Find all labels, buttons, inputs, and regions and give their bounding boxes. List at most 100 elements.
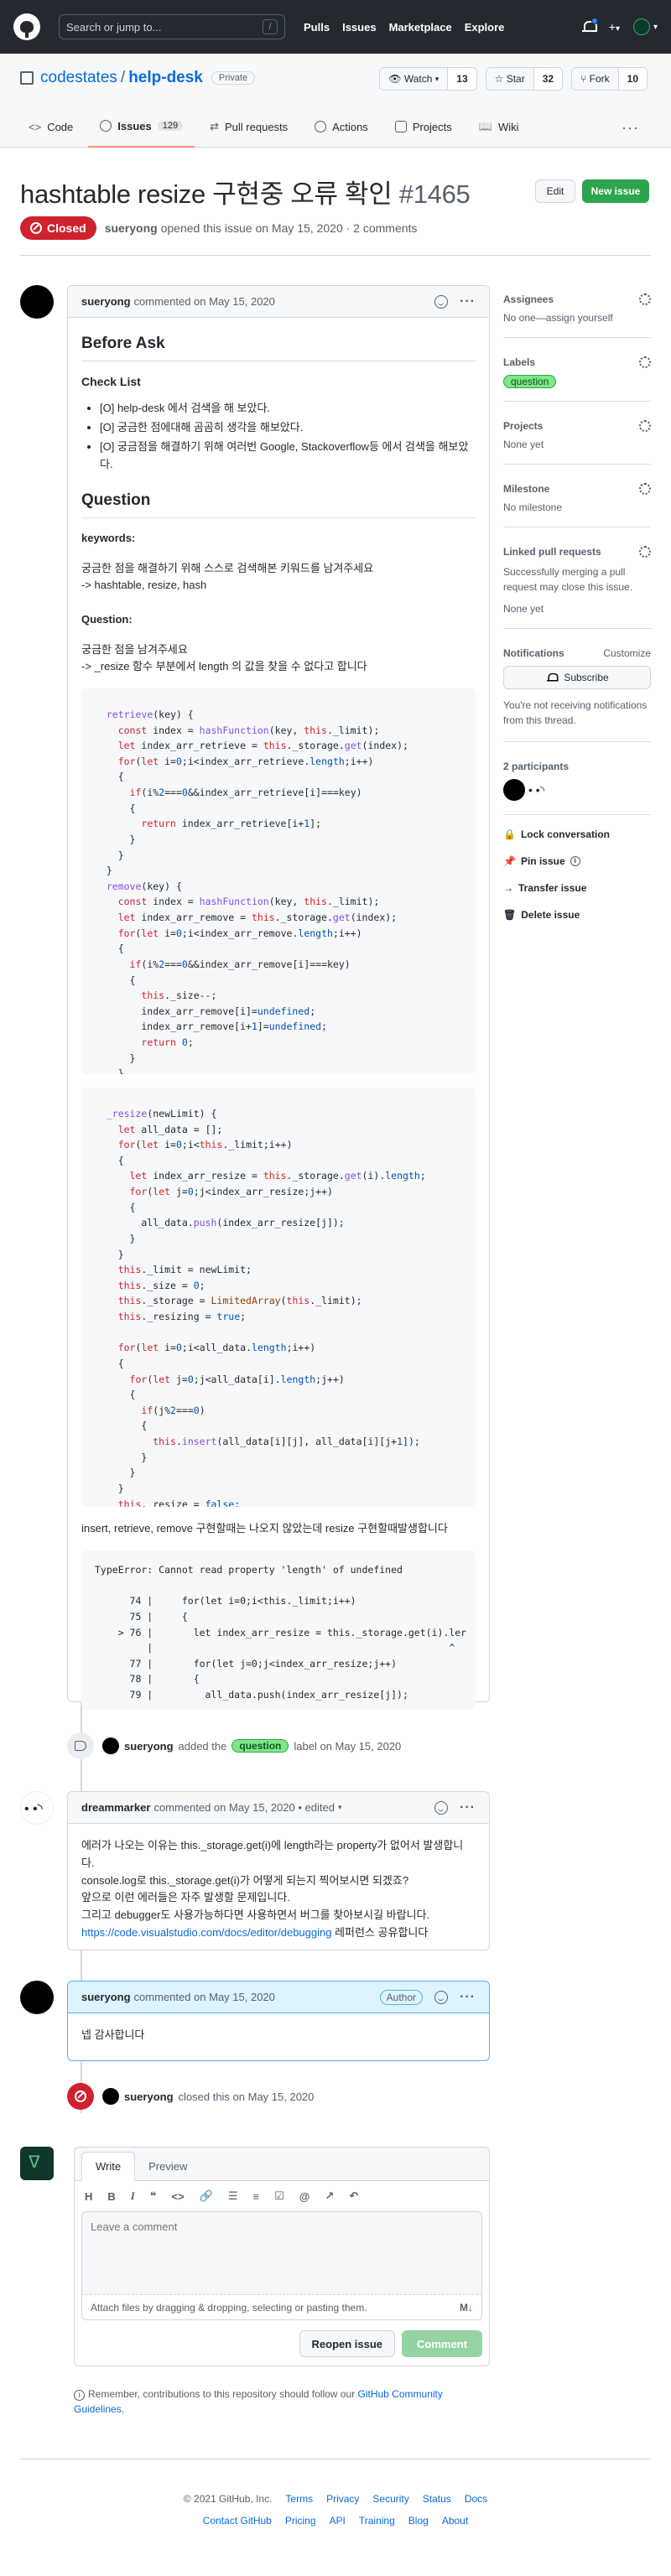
tab-code[interactable]: <> Code bbox=[17, 116, 85, 148]
italic-icon[interactable]: I bbox=[131, 2189, 135, 2203]
github-logo-icon[interactable] bbox=[13, 13, 40, 40]
comment-author-link[interactable]: sueryong bbox=[81, 1991, 131, 2003]
tab-wiki[interactable]: 📖 Wiki bbox=[467, 116, 531, 148]
footer-link[interactable]: About bbox=[442, 2515, 468, 2527]
gear-icon[interactable] bbox=[639, 293, 651, 305]
add-reaction-icon[interactable] bbox=[434, 1800, 449, 1815]
watch-count[interactable]: 13 bbox=[448, 68, 476, 90]
comment-textarea[interactable]: Leave a comment bbox=[81, 2211, 482, 2295]
user-menu[interactable]: ▾ bbox=[632, 18, 658, 35]
comment-timestamp: commented on May 15, 2020 bbox=[133, 1991, 275, 2003]
heading-icon[interactable]: H bbox=[85, 2190, 92, 2203]
avatar[interactable] bbox=[503, 779, 525, 801]
subscribe-button[interactable]: Subscribe bbox=[503, 666, 651, 689]
repo-name-link[interactable]: help-desk bbox=[128, 69, 203, 87]
star-button[interactable]: ☆ Star 32 bbox=[485, 67, 564, 91]
more-tabs-icon[interactable]: ··· bbox=[622, 119, 639, 137]
comment-options-icon[interactable]: ··· bbox=[460, 1800, 476, 1815]
footer-link[interactable]: API bbox=[330, 2515, 346, 2527]
new-issue-button[interactable]: New issue bbox=[582, 179, 649, 203]
label-question[interactable]: question bbox=[231, 1739, 289, 1753]
tab-write[interactable]: Write bbox=[81, 2152, 136, 2181]
search-input[interactable]: Search or jump to... / bbox=[59, 14, 285, 39]
footer-link[interactable]: Docs bbox=[465, 2493, 487, 2505]
tab-projects[interactable]: Projects bbox=[383, 116, 464, 148]
footer-link[interactable]: Blog bbox=[408, 2515, 429, 2527]
gear-icon[interactable] bbox=[639, 356, 651, 368]
tab-pull-requests[interactable]: ⇄ Pull requests bbox=[198, 116, 299, 148]
customize-link[interactable]: Customize bbox=[603, 647, 651, 659]
avatar[interactable] bbox=[102, 2088, 119, 2105]
avatar[interactable]: • •◝ bbox=[528, 783, 544, 797]
comment-author-link[interactable]: sueryong bbox=[81, 295, 131, 308]
edit-history-chevron-down-icon[interactable]: ▾ bbox=[338, 1803, 342, 1812]
keywords-text: 궁금한 점을 해결하기 위해 스스로 검색해본 키워드를 남겨주세요 -> ha… bbox=[81, 562, 374, 592]
label-question[interactable]: question bbox=[503, 375, 557, 388]
add-reaction-icon[interactable] bbox=[434, 294, 449, 309]
star-count[interactable]: 32 bbox=[533, 68, 563, 90]
comment-submit-button[interactable]: Comment bbox=[402, 2330, 482, 2357]
vscode-debugging-link[interactable]: https://code.visualstudio.com/docs/edito… bbox=[81, 1926, 331, 1939]
gear-icon[interactable] bbox=[639, 420, 651, 432]
nav-marketplace[interactable]: Marketplace bbox=[389, 21, 452, 34]
add-reaction-icon[interactable] bbox=[434, 1990, 449, 2004]
repo-owner-link[interactable]: codestates bbox=[40, 69, 117, 87]
fork-button[interactable]: ⑂ Fork 10 bbox=[571, 67, 648, 91]
nav-pulls[interactable]: Pulls bbox=[304, 21, 330, 34]
tab-issues[interactable]: Issues 129 bbox=[88, 116, 195, 148]
current-user-avatar[interactable]: ᐁ bbox=[20, 2147, 54, 2180]
task-list-icon[interactable]: ☑ bbox=[274, 2189, 284, 2203]
assignees-value[interactable]: No one—assign yourself bbox=[503, 312, 651, 324]
edit-title-button[interactable]: Edit bbox=[535, 179, 575, 203]
attach-files-bar[interactable]: Attach files by dragging & dropping, sel… bbox=[81, 2295, 482, 2320]
comment-author-link[interactable]: dreammarker bbox=[81, 1801, 150, 1814]
footer-link[interactable]: Status bbox=[423, 2493, 451, 2505]
bulleted-list-icon[interactable]: ☰ bbox=[228, 2189, 238, 2203]
footer-link[interactable]: Privacy bbox=[326, 2493, 359, 2505]
bold-icon[interactable]: B bbox=[107, 2190, 115, 2203]
avatar[interactable] bbox=[20, 1981, 54, 2014]
footer-link[interactable]: Security bbox=[372, 2493, 408, 2505]
nav-issues[interactable]: Issues bbox=[342, 21, 376, 34]
user-avatar bbox=[632, 18, 650, 35]
footer-link[interactable]: Pricing bbox=[285, 2515, 316, 2527]
lock-conversation-link[interactable]: 🔒 Lock conversation bbox=[503, 828, 651, 840]
numbered-list-icon[interactable]: ≡ bbox=[253, 2190, 260, 2203]
watch-button[interactable]: 👁 Watch ▾ 13 bbox=[379, 67, 477, 91]
header-right: +▾ ▾ bbox=[581, 18, 658, 35]
avatar[interactable] bbox=[20, 285, 54, 319]
tab-preview[interactable]: Preview bbox=[135, 2153, 200, 2180]
comment-body: 넵 감사합니다 bbox=[81, 2028, 145, 2041]
transfer-issue-link[interactable]: → Transfer issue bbox=[503, 882, 651, 894]
gear-icon[interactable] bbox=[639, 483, 651, 495]
cross-reference-icon[interactable]: ↗ bbox=[325, 2189, 334, 2203]
event-author-link[interactable]: sueryong bbox=[124, 1740, 174, 1753]
avatar[interactable] bbox=[102, 1737, 119, 1754]
footer-link[interactable]: Terms bbox=[285, 2493, 313, 2505]
mention-icon[interactable]: @ bbox=[299, 2190, 310, 2203]
copyright: © 2021 GitHub, Inc. bbox=[183, 2493, 273, 2505]
link-icon[interactable]: 🔗 bbox=[200, 2189, 213, 2203]
tab-actions[interactable]: Actions bbox=[303, 116, 380, 148]
notifications-bell-icon[interactable] bbox=[581, 18, 598, 34]
code-icon[interactable]: <> bbox=[171, 2190, 184, 2203]
sidebar-actions: 🔒 Lock conversation 📌 Pin issue i → Transfer… bbox=[503, 825, 651, 921]
gear-icon[interactable] bbox=[639, 546, 651, 558]
reopen-issue-button[interactable]: Reopen issue bbox=[299, 2330, 396, 2357]
nav-explore[interactable]: Explore bbox=[465, 21, 505, 34]
comment-options-icon[interactable]: ··· bbox=[460, 1990, 476, 2005]
delete-issue-link[interactable]: 🗑 Delete issue bbox=[503, 909, 651, 921]
pin-issue-link[interactable]: 📌 Pin issue i bbox=[503, 855, 651, 867]
fork-count[interactable]: 10 bbox=[618, 68, 647, 90]
event-author-link[interactable]: sueryong bbox=[124, 2090, 174, 2103]
quote-icon[interactable]: ❝ bbox=[150, 2189, 157, 2203]
comment-line: https://code.visualstudio.com/docs/edito… bbox=[81, 1925, 429, 1939]
comment-options-icon[interactable]: ··· bbox=[460, 294, 476, 309]
footer-link[interactable]: Contact GitHub bbox=[203, 2515, 272, 2527]
reply-icon[interactable]: ↶ bbox=[349, 2189, 358, 2203]
markdown-icon[interactable]: M↓ bbox=[460, 2302, 473, 2314]
footer-link[interactable]: Training bbox=[359, 2515, 395, 2527]
avatar[interactable]: • •◝ bbox=[20, 1791, 54, 1825]
issue-author-link[interactable]: sueryong bbox=[105, 221, 158, 235]
create-new-plus-icon[interactable]: +▾ bbox=[609, 20, 620, 34]
